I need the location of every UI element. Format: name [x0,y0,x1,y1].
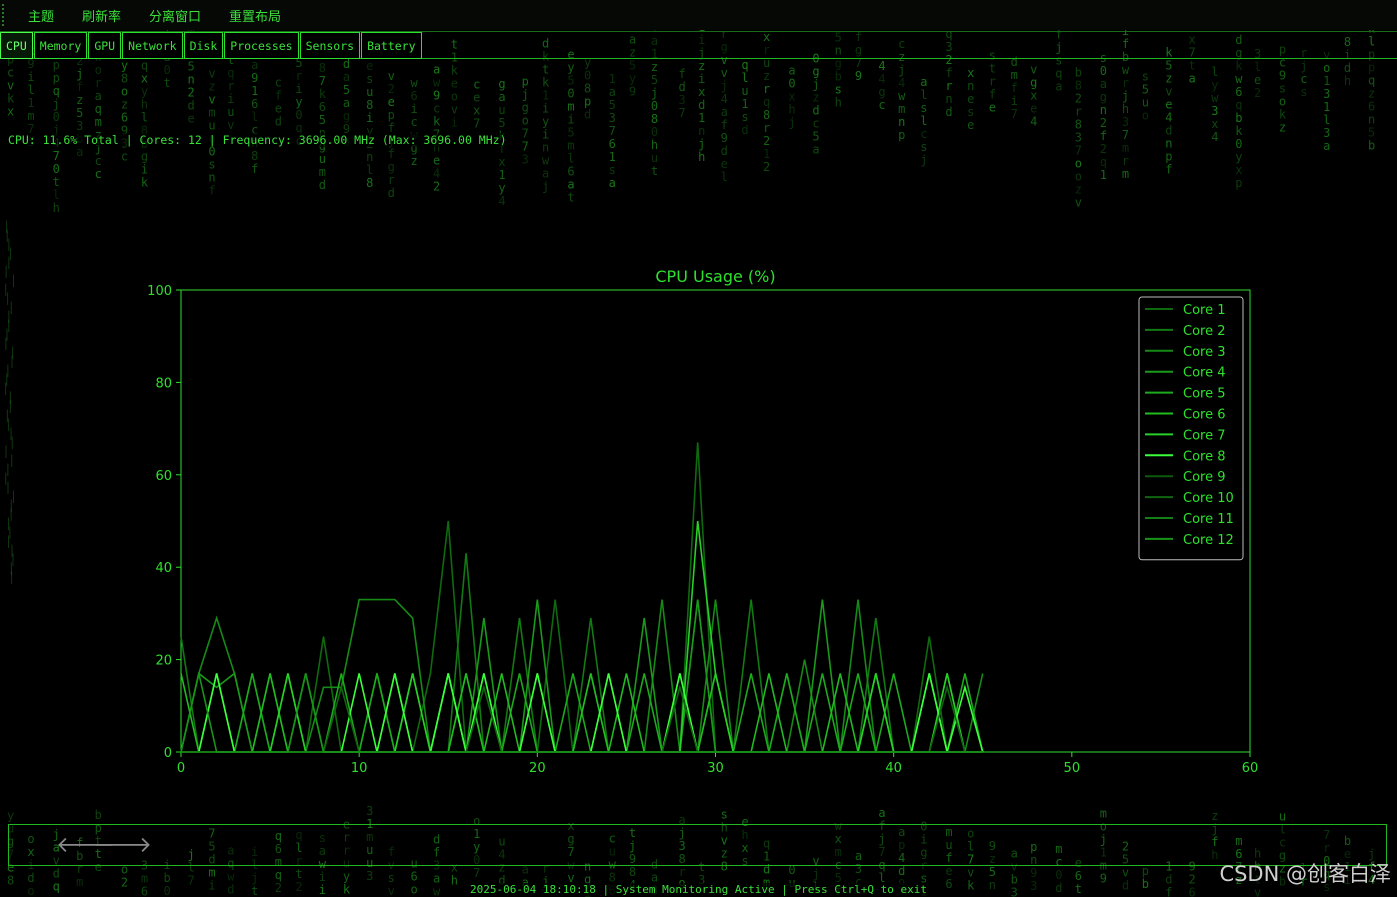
menu-bar: 主题 刷新率 分离窗口 重置布局 [0,0,1397,30]
chart-title: CPU Usage (%) [655,267,775,286]
series-line-core-2 [180,553,983,753]
y-tick-label: 100 [147,284,172,299]
legend-label: Core 10 [1183,491,1234,506]
legend-label: Core 12 [1183,533,1234,548]
legend-label: Core 11 [1183,512,1234,527]
chart-toolbar-panel: 🡐 🡒 [8,824,1387,866]
menu-theme[interactable]: 主题 [15,6,69,25]
x-tick-label: 20 [529,761,546,776]
legend-label: Core 9 [1183,470,1226,485]
menu-reset-layout[interactable]: 重置布局 [216,6,296,25]
x-tick-label: 60 [1242,761,1259,776]
tab-processes[interactable]: Processes [224,32,299,59]
legend-label: Core 7 [1183,428,1226,443]
plot-frame [180,289,1251,753]
toolbar-grip-handle[interactable] [2,4,7,26]
legend-label: Core 2 [1183,324,1226,339]
x-tick-label: 40 [885,761,902,776]
legend-label: Core 3 [1183,345,1226,360]
tab-bar: CPU Memory GPU Network Disk Processes Se… [0,31,1397,59]
tab-memory[interactable]: Memory [33,32,88,59]
y-tick-label: 0 [164,746,172,761]
tab-battery[interactable]: Battery [361,32,422,59]
menu-refresh-rate[interactable]: 刷新率 [69,6,136,25]
legend-label: Core 4 [1183,366,1226,381]
x-tick-label: 30 [707,761,724,776]
legend-label: Core 8 [1183,449,1226,464]
legend-label: Core 6 [1183,408,1226,423]
cpu-info-label: CPU: 11.6% Total | Cores: 12 | Frequency… [8,133,507,147]
y-tick-label: 20 [155,654,172,669]
legend-label: Core 1 [1183,303,1226,318]
status-bar: 2025-06-04 18:10:18 | System Monitoring … [0,883,1397,896]
watermark-text: CSDN @创客白泽 [1219,862,1391,886]
y-tick-label: 60 [155,469,172,484]
y-tick-label: 40 [155,561,172,576]
y-tick-label: 80 [155,376,172,391]
status-text: 2025-06-04 18:10:18 | System Monitoring … [470,883,927,896]
arrow-left-icon[interactable]: 🡐 [56,833,115,859]
legend-label: Core 5 [1183,387,1226,402]
tab-sensors[interactable]: Sensors [299,32,361,59]
series-line-core-1 [181,442,983,753]
x-tick-label: 0 [177,761,185,776]
tab-cpu[interactable]: CPU [0,32,33,59]
x-tick-label: 50 [1064,761,1081,776]
tab-disk[interactable]: Disk [183,32,224,59]
arrow-right-icon[interactable]: 🡒 [93,833,152,859]
menu-detach-window[interactable]: 分离窗口 [136,6,216,25]
tab-gpu[interactable]: GPU [88,32,122,59]
x-tick-label: 10 [351,761,368,776]
tab-network[interactable]: Network [122,32,183,59]
